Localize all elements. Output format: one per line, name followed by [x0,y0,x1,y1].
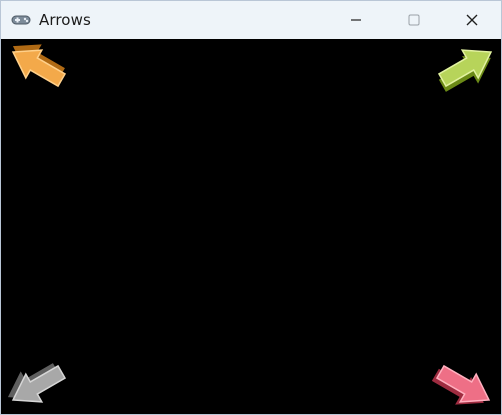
minimize-icon [350,14,362,26]
app-window: Arrows [0,0,502,415]
window-title: Arrows [39,11,91,29]
title-bar[interactable]: Arrows [1,1,501,39]
arrow-bottom-left[interactable] [1,357,77,413]
game-canvas[interactable] [1,39,501,414]
window-controls [327,1,501,39]
close-icon [466,14,478,26]
arrow-bottom-right[interactable] [425,357,501,413]
maximize-icon [408,14,420,26]
arrow-top-right[interactable] [427,39,501,95]
close-button[interactable] [443,1,501,39]
arrow-top-left[interactable] [1,39,77,95]
maximize-button[interactable] [385,1,443,39]
gamepad-icon [11,13,31,27]
minimize-button[interactable] [327,1,385,39]
